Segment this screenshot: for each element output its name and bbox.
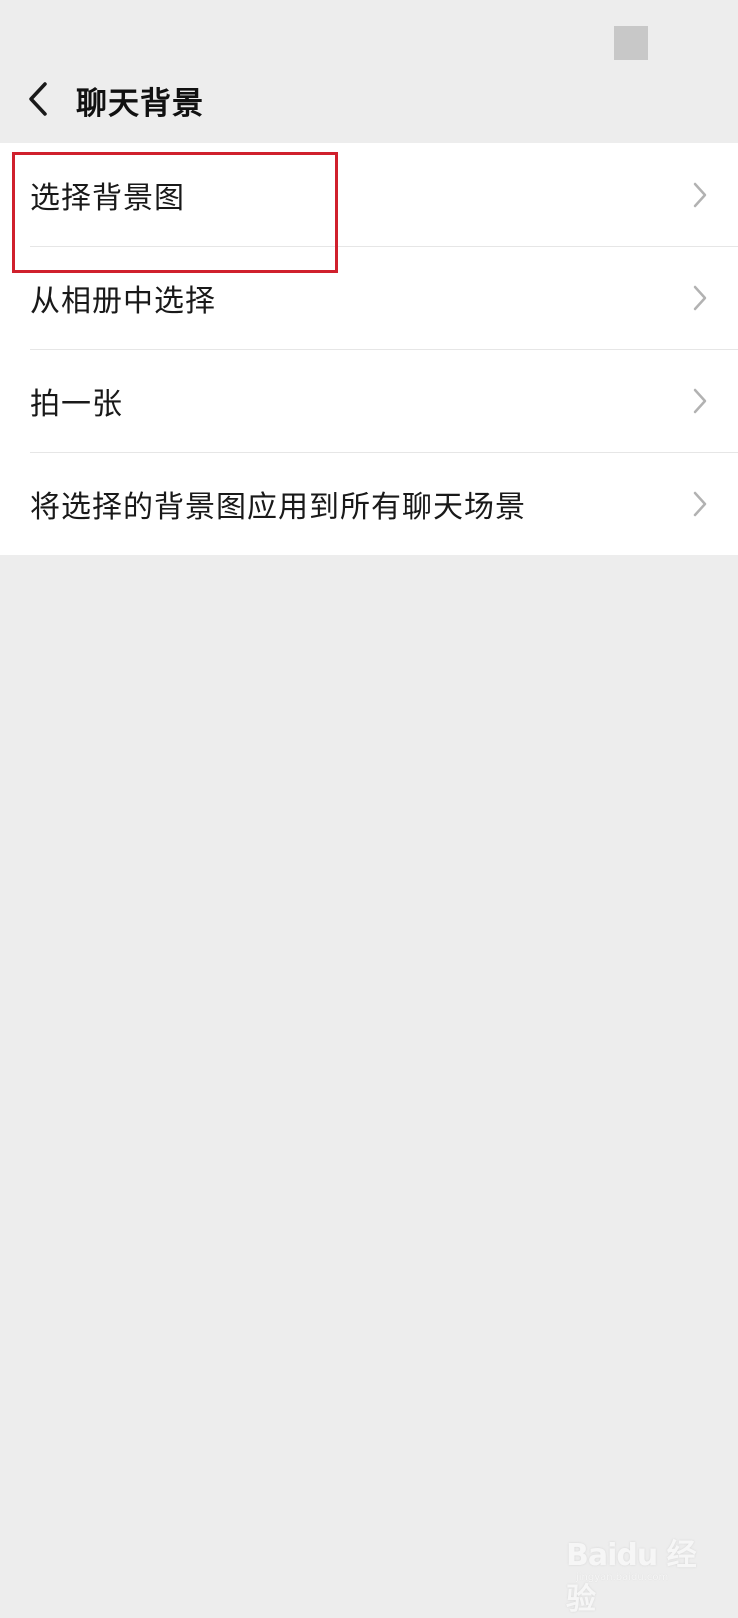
menu-item-label: 拍一张 [30, 386, 123, 422]
page-title: 聊天背景 [76, 86, 204, 122]
baidu-watermark: Baidu 经验 jingyan.baidu.com [566, 1512, 706, 1617]
chevron-right-icon [692, 386, 708, 416]
menu-item-apply-to-all-chats[interactable]: 将选择的背景图应用到所有聊天场景 [0, 452, 738, 555]
status-bar-square [614, 26, 648, 60]
menu-item-label: 从相册中选择 [30, 283, 216, 319]
menu-item-label: 将选择的背景图应用到所有聊天场景 [30, 489, 526, 525]
menu-item-choose-background[interactable]: 选择背景图 [0, 143, 738, 246]
chevron-right-icon [692, 489, 708, 519]
back-button[interactable] [18, 74, 58, 124]
watermark-subtext: jingyan.baidu.com [576, 1572, 669, 1583]
chevron-left-icon [29, 82, 47, 116]
top-bar: 聊天背景 [0, 0, 738, 143]
menu-item-label: 选择背景图 [30, 180, 185, 216]
chevron-right-icon [692, 180, 708, 210]
chevron-right-icon [692, 283, 708, 313]
settings-menu: 选择背景图 从相册中选择 拍一张 将选择的背景图应用到所有聊天场景 [0, 143, 738, 555]
menu-item-take-photo[interactable]: 拍一张 [0, 349, 738, 452]
menu-item-choose-from-album[interactable]: 从相册中选择 [0, 246, 738, 349]
